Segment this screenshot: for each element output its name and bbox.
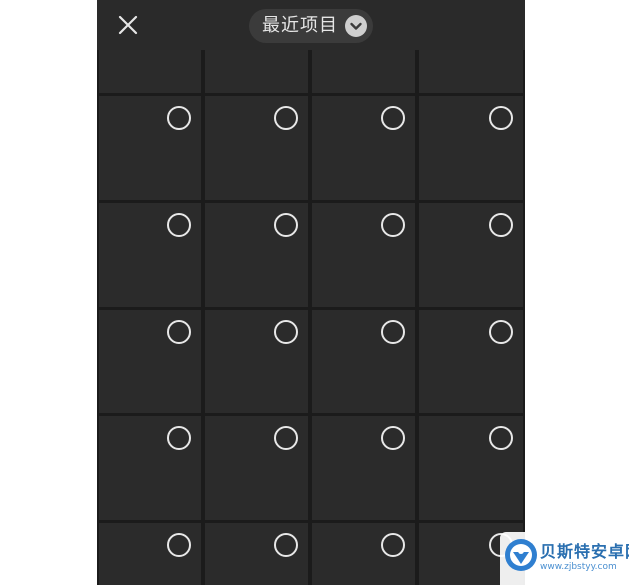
select-circle-icon[interactable] xyxy=(167,106,191,130)
select-circle-icon[interactable] xyxy=(489,106,513,130)
top-bar: 最近项目 xyxy=(97,0,525,50)
select-circle-icon[interactable] xyxy=(167,320,191,344)
photo-cell[interactable] xyxy=(312,50,415,93)
photo-cell[interactable] xyxy=(312,523,415,585)
select-circle-icon[interactable] xyxy=(381,533,405,557)
select-circle-icon[interactable] xyxy=(489,426,513,450)
album-dropdown-button[interactable] xyxy=(345,15,367,37)
photo-cell[interactable] xyxy=(205,416,308,520)
watermark-title: 贝斯特安卓网 xyxy=(540,542,629,561)
photo-cell[interactable] xyxy=(419,203,523,307)
select-circle-icon[interactable] xyxy=(381,213,405,237)
photo-grid xyxy=(97,50,525,585)
photo-cell[interactable] xyxy=(312,96,415,200)
close-icon xyxy=(118,15,138,35)
photo-cell[interactable] xyxy=(99,416,201,520)
select-circle-icon[interactable] xyxy=(274,426,298,450)
album-title: 最近项目 xyxy=(262,15,338,36)
select-circle-icon[interactable] xyxy=(381,106,405,130)
album-selector[interactable]: 最近项目 xyxy=(249,9,373,43)
select-circle-icon[interactable] xyxy=(274,106,298,130)
photo-cell[interactable] xyxy=(205,310,308,413)
photo-cell[interactable] xyxy=(99,203,201,307)
select-circle-icon[interactable] xyxy=(489,213,513,237)
photo-cell[interactable] xyxy=(419,96,523,200)
photo-cell[interactable] xyxy=(419,310,523,413)
select-circle-icon[interactable] xyxy=(167,213,191,237)
select-circle-icon[interactable] xyxy=(489,320,513,344)
select-circle-icon[interactable] xyxy=(167,533,191,557)
close-button[interactable] xyxy=(115,12,141,38)
photo-cell[interactable] xyxy=(99,50,201,93)
photo-cell[interactable] xyxy=(419,50,523,93)
photo-cell[interactable] xyxy=(205,96,308,200)
select-circle-icon[interactable] xyxy=(274,320,298,344)
photo-cell[interactable] xyxy=(99,310,201,413)
watermark: 贝斯特安卓网 www.zjbstyy.com xyxy=(500,532,629,585)
select-circle-icon[interactable] xyxy=(274,533,298,557)
photo-cell[interactable] xyxy=(205,203,308,307)
photo-picker-screen: 最近项目 xyxy=(97,0,525,585)
photo-cell[interactable] xyxy=(205,50,308,93)
photo-cell[interactable] xyxy=(312,416,415,520)
select-circle-icon[interactable] xyxy=(381,426,405,450)
select-circle-icon[interactable] xyxy=(381,320,405,344)
select-circle-icon[interactable] xyxy=(274,213,298,237)
chevron-down-icon xyxy=(350,22,362,30)
photo-cell[interactable] xyxy=(205,523,308,585)
watermark-url: www.zjbstyy.com xyxy=(540,562,617,572)
select-circle-icon[interactable] xyxy=(167,426,191,450)
photo-cell[interactable] xyxy=(419,416,523,520)
watermark-logo-icon xyxy=(505,539,537,571)
photo-cell[interactable] xyxy=(312,203,415,307)
photo-cell[interactable] xyxy=(99,96,201,200)
photo-cell[interactable] xyxy=(312,310,415,413)
photo-cell[interactable] xyxy=(99,523,201,585)
